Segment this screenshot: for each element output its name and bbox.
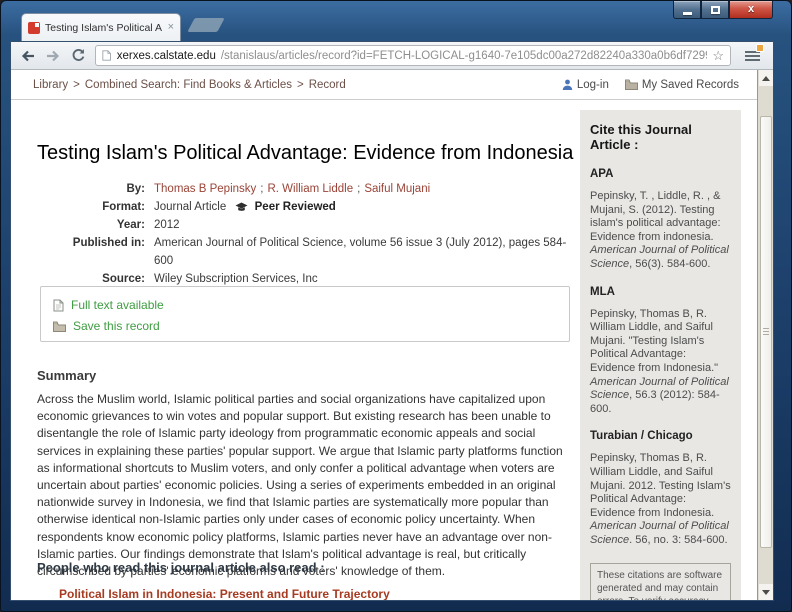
citation-style-name: APA (590, 168, 614, 180)
scrollbar-thumb[interactable] (760, 116, 772, 548)
minimize-icon (682, 11, 692, 15)
page-content: Library > Combined Search: Find Books & … (11, 70, 757, 600)
browser-window: x Testing Islam's Political A × xerxes.c… (0, 0, 792, 612)
document-icon (53, 299, 64, 312)
meta-row-year: Year: 2012 (37, 216, 582, 234)
citation-text: Pepinsky, Thomas B, R. William Liddle, a… (590, 452, 731, 546)
browser-toolbar: xerxes.calstate.edu/stanislaus/articles/… (11, 42, 773, 70)
scroll-down-button[interactable] (759, 584, 773, 600)
close-icon: x (747, 3, 755, 15)
breadcrumb-library-link[interactable]: Library (33, 79, 68, 91)
folder-icon (624, 79, 638, 90)
meta-value-year: 2012 (154, 219, 180, 231)
url-host: xerxes.calstate.edu (116, 49, 216, 62)
save-record-link[interactable]: Save this record (53, 316, 557, 337)
citation-turabian: Turabian / Chicago Pepinsky, Thomas B, R… (590, 430, 731, 547)
author-link[interactable]: Thomas B Pepinsky (154, 183, 256, 195)
browser-client: xerxes.calstate.edu/stanislaus/articles/… (10, 41, 774, 601)
author-link[interactable]: R. William Liddle (267, 183, 353, 195)
breadcrumb-current: Record (308, 78, 346, 91)
saved-records-link[interactable]: My Saved Records (624, 79, 739, 91)
tab-title: Testing Islam's Political A (45, 21, 162, 34)
tab-favicon-icon (28, 21, 40, 34)
reload-button[interactable] (70, 46, 87, 66)
breadcrumb-separator: > (296, 78, 304, 91)
reload-icon (72, 49, 85, 61)
back-arrow-icon (21, 50, 34, 61)
record-title: Testing Islam's Political Advantage: Evi… (37, 142, 574, 164)
citation-heading: Cite this Journal Article : (590, 122, 692, 152)
meta-row-by: By: Thomas B Pepinsky; R. William Liddle;… (37, 180, 582, 198)
breadcrumb: Library > Combined Search: Find Books & … (11, 70, 757, 100)
author-link[interactable]: Saiful Mujani (364, 183, 430, 195)
browser-tab[interactable]: Testing Islam's Political A × (21, 13, 181, 41)
meta-label-published-in: Published in: (72, 237, 145, 249)
arrow-up-icon (762, 75, 770, 81)
citation-apa: APA Pepinsky, T. , Liddle, R. , & Mujani… (590, 168, 731, 272)
citation-text: Pepinsky, Thomas B, R. William Liddle, a… (590, 307, 729, 415)
meta-label-by: By: (126, 183, 145, 195)
minimize-button[interactable] (673, 1, 701, 19)
vertical-scrollbar[interactable] (757, 70, 773, 600)
meta-row-format: Format: Journal Article Peer Reviewed (37, 198, 582, 216)
login-link[interactable]: Log-in (562, 79, 609, 91)
citation-disclaimer: These citations are software generated a… (590, 563, 731, 600)
address-bar[interactable]: xerxes.calstate.edu/stanislaus/articles/… (95, 45, 732, 66)
peer-reviewed-label: Peer Reviewed (254, 201, 336, 213)
citation-mla: MLA Pepinsky, Thomas B, R. William Liddl… (590, 286, 731, 417)
maximize-button[interactable] (701, 1, 729, 19)
meta-value-authors: Thomas B Pepinsky; R. William Liddle; Saif… (154, 183, 431, 195)
citation-text: Pepinsky, T. , Liddle, R. , & Mujani, S.… (590, 190, 729, 270)
citation-style-name: Turabian / Chicago (590, 430, 693, 443)
forward-button[interactable] (44, 46, 61, 66)
bookmark-star-icon[interactable]: ☆ (712, 48, 724, 64)
peer-reviewed-icon (235, 202, 248, 212)
page-icon (102, 50, 112, 61)
menu-notification-badge (756, 43, 765, 52)
window-controls: x (673, 1, 773, 19)
maximize-icon (710, 5, 720, 14)
citation-style-name: MLA (590, 285, 615, 298)
meta-label-year: Year: (116, 219, 145, 231)
forward-arrow-icon (47, 50, 60, 61)
related-heading: People who read this journal article als… (37, 560, 325, 575)
folder-icon (53, 321, 66, 332)
menu-button[interactable] (739, 43, 765, 66)
breadcrumb-separator: > (73, 78, 80, 91)
close-button[interactable]: x (729, 1, 773, 19)
new-tab-button[interactable] (187, 18, 225, 32)
summary-text: Across the Muslim world, Islamic politic… (37, 392, 563, 579)
url-path: /stanislaus/articles/record?id=FETCH-LOG… (220, 49, 708, 62)
breadcrumb-search-link[interactable]: Combined Search: Find Books & Articles (85, 79, 292, 91)
record-metadata: By: Thomas B Pepinsky; R. William Liddle;… (37, 180, 582, 288)
citation-sidebar: Cite this Journal Article : APA Pepinsky… (580, 110, 741, 600)
tab-close-icon[interactable]: × (168, 22, 174, 33)
summary-heading: Summary (37, 368, 97, 383)
meta-value-format: Journal Article Peer Reviewed (154, 201, 336, 213)
meta-value-published-in: American Journal of Political Science, v… (154, 237, 567, 267)
record-actions-box: Full text available Save this record (40, 286, 570, 342)
back-button[interactable] (19, 46, 36, 66)
related-article-link[interactable]: Political Islam in Indonesia: Present an… (59, 587, 390, 600)
scrollbar-grip (763, 328, 769, 336)
scroll-up-button[interactable] (759, 70, 773, 86)
meta-label-format: Format: (102, 201, 145, 213)
meta-row-published-in: Published in: American Journal of Politi… (37, 234, 582, 270)
arrow-down-icon (762, 589, 770, 595)
full-text-link[interactable]: Full text available (53, 295, 557, 316)
person-icon (562, 79, 573, 90)
